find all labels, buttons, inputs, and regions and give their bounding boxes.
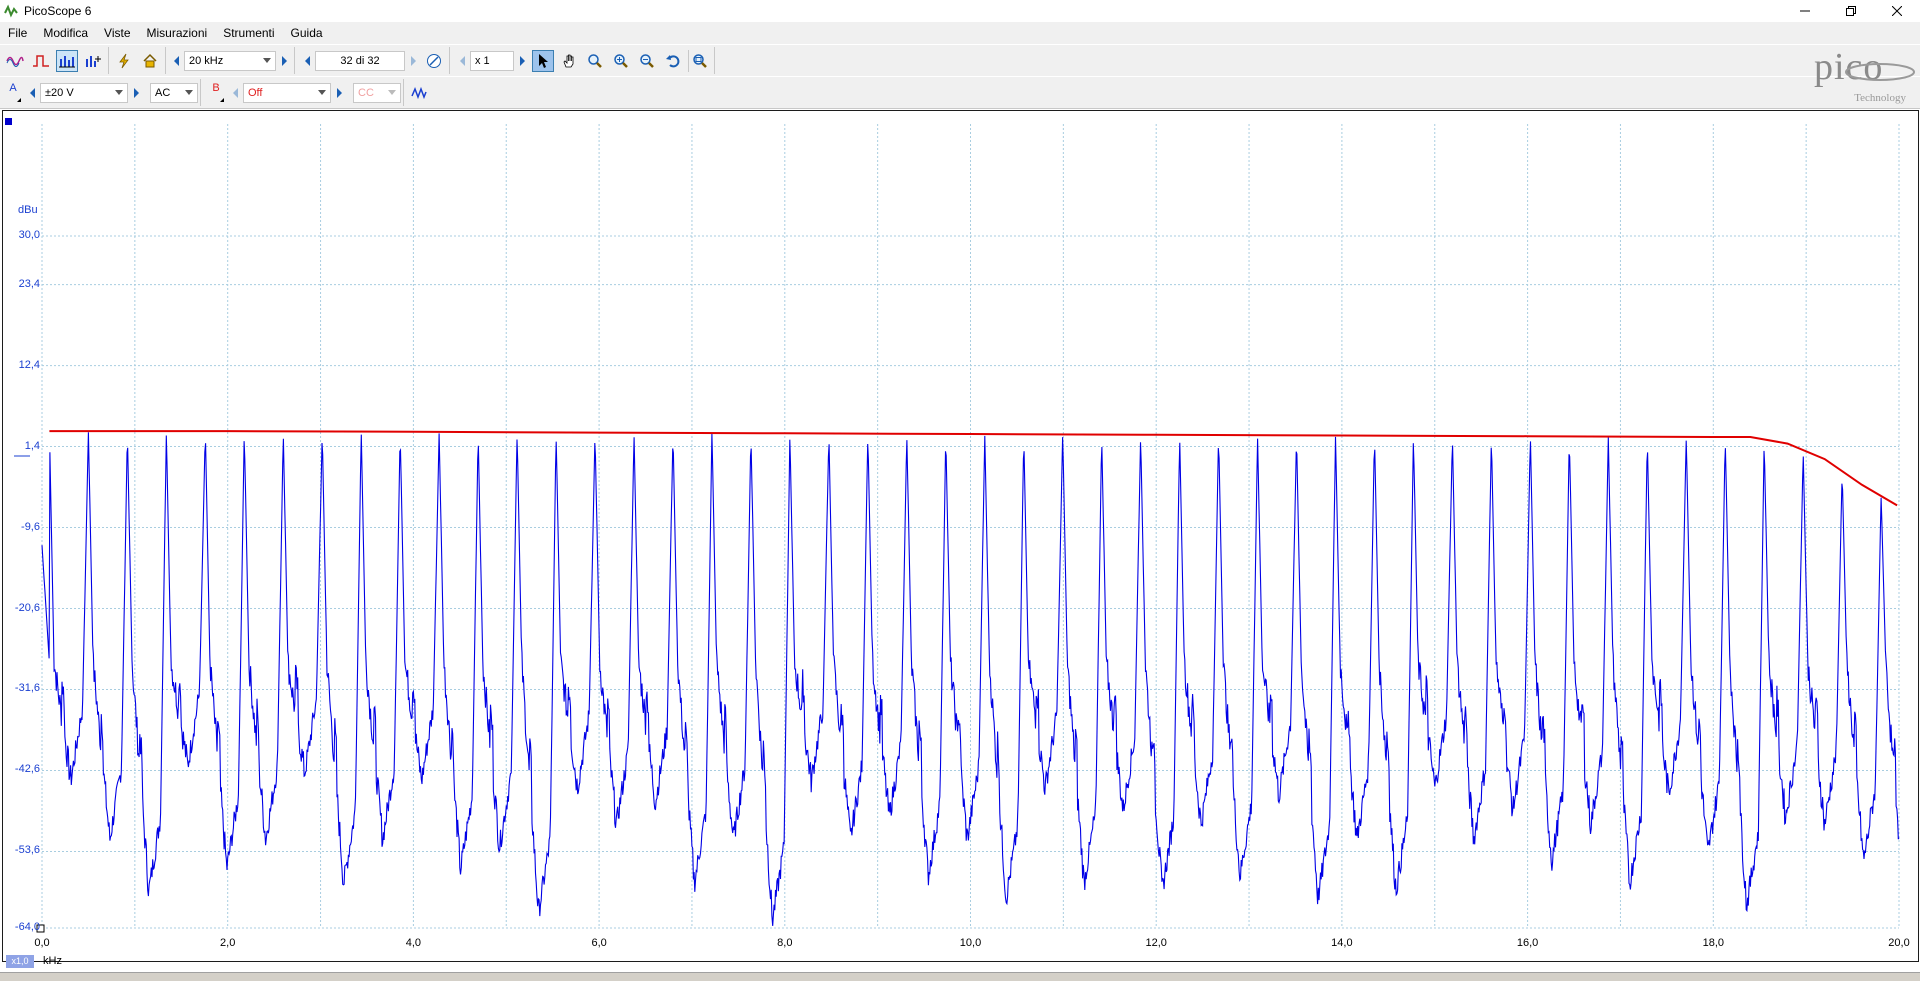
x-tick-label: 4,0 (405, 937, 422, 949)
y-tick-label: -53,6 (14, 844, 40, 857)
y-tick-label: -9,6 (21, 520, 40, 533)
y-tick-label: 23,4 (18, 277, 40, 290)
envelope-trace (49, 430, 1898, 507)
x-tick-label: 16,0 (1516, 937, 1539, 949)
x-tick-label: 10,0 (959, 937, 982, 949)
axis-zoom-badge[interactable]: x1,0 (6, 955, 34, 968)
x-tick-label: 0,0 (34, 937, 50, 949)
x-tick-label: 18,0 (1702, 937, 1725, 949)
x-tick-label: 20,0 (1888, 937, 1910, 949)
x-tick-label: 6,0 (591, 937, 607, 949)
y-axis-unit: dBu (18, 204, 38, 216)
y-tick-label: -31,6 (14, 682, 40, 695)
x-axis-unit: kHz (43, 955, 62, 967)
x-tick-label: 12,0 (1145, 937, 1167, 949)
spectrum-plot[interactable] (0, 0, 1920, 980)
y-tick-label: -64,0 (14, 921, 40, 933)
y-tick-label: 30,0 (18, 229, 40, 241)
x-tick-label: 14,0 (1331, 937, 1353, 949)
y-tick-label: 1,4 (24, 439, 40, 452)
y-tick-label: 12,4 (18, 358, 40, 371)
x-tick-label: 2,0 (220, 937, 236, 949)
y-tick-label: -42,6 (14, 763, 40, 776)
y-tick-label: -20,6 (14, 601, 40, 614)
x-tick-label: 8,0 (777, 937, 793, 949)
